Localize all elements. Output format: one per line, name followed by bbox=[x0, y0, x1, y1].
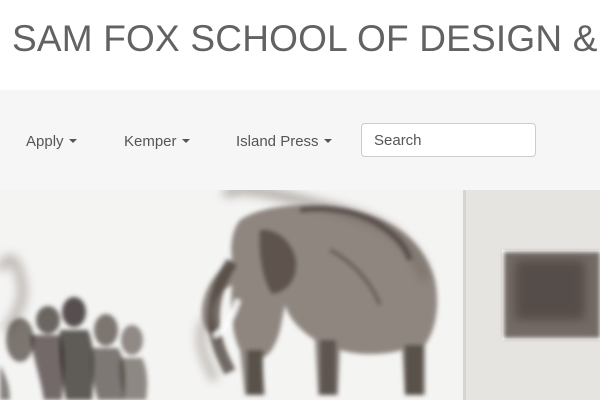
site-title[interactable]: SAM FOX SCHOOL OF DESIGN & bbox=[12, 18, 598, 60]
nav-item-kemper-label: Kemper bbox=[124, 132, 177, 150]
caret-down-icon bbox=[323, 139, 332, 143]
caret-down-icon bbox=[181, 139, 190, 143]
wall-corner bbox=[463, 190, 466, 400]
search-input[interactable] bbox=[361, 123, 536, 157]
caret-down-icon bbox=[68, 139, 77, 143]
nav-item-island-press[interactable]: Island Press bbox=[236, 131, 332, 151]
site-header: SAM FOX SCHOOL OF DESIGN & bbox=[0, 0, 600, 90]
nav-item-apply-label: Apply bbox=[26, 132, 64, 150]
framed-artwork bbox=[502, 250, 600, 340]
nav-item-kemper[interactable]: Kemper bbox=[124, 131, 190, 151]
nav-item-apply[interactable]: Apply bbox=[26, 131, 77, 151]
nav-item-island-press-label: Island Press bbox=[236, 132, 319, 150]
hero-image[interactable] bbox=[0, 190, 600, 400]
hero-artwork bbox=[0, 190, 600, 400]
